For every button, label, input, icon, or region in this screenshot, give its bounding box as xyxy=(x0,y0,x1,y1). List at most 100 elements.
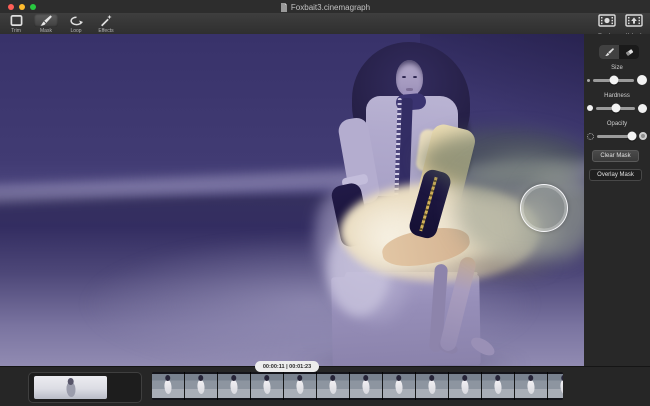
timeline-bar xyxy=(0,366,650,406)
tool-effects[interactable]: Effects xyxy=(91,13,121,34)
tulle-skirt-highlight xyxy=(345,199,435,279)
model-foot-front xyxy=(468,334,497,358)
filmstrip-frame[interactable] xyxy=(515,372,548,400)
trim-icon xyxy=(4,14,28,27)
filmstrip-frame[interactable] xyxy=(152,372,185,400)
model-leg-back xyxy=(429,264,448,353)
opacity-label: Opacity xyxy=(584,121,650,127)
glove-right xyxy=(407,167,453,240)
eraser-mode-button[interactable] xyxy=(619,45,639,59)
loop-icon xyxy=(64,14,88,27)
hardness-min-icon xyxy=(587,105,593,111)
filmstrip-frame[interactable] xyxy=(482,372,515,400)
opacity-min-icon xyxy=(587,133,594,140)
timestamp-badge: 00:00:11 | 00:01:23 xyxy=(255,361,319,372)
brush-mode-segmented-control xyxy=(599,45,639,59)
model-foot-back xyxy=(437,339,460,356)
hardness-slider-track[interactable] xyxy=(596,107,635,110)
seat-cube xyxy=(331,275,481,366)
jacket-lapel xyxy=(415,128,447,173)
window-title: Foxbait3.cinemagraph xyxy=(291,3,370,12)
render-film-icon xyxy=(598,14,616,32)
model-leg-thigh xyxy=(380,223,473,272)
cube-floor-shadow xyxy=(290,350,530,366)
size-label: Size xyxy=(584,65,650,71)
toolbar: Trim Mask Loop xyxy=(0,13,650,35)
model-hair-right xyxy=(430,90,476,182)
clear-mask-button[interactable]: Clear Mask xyxy=(592,150,639,162)
dress-train xyxy=(296,173,427,337)
model-shirt xyxy=(366,96,458,196)
model-hair xyxy=(352,42,470,160)
shirt-sleeve-left xyxy=(337,116,381,206)
opacity-slider-track[interactable] xyxy=(597,135,636,138)
filmstrip-frame[interactable] xyxy=(284,372,317,400)
filmstrip-frame[interactable] xyxy=(383,372,416,400)
effects-wand-icon xyxy=(94,14,118,27)
loop-preview-thumbnail[interactable] xyxy=(34,376,107,399)
loop-preview-well[interactable] xyxy=(28,372,142,403)
size-slider-thumb[interactable] xyxy=(610,76,619,85)
hardness-label: Hardness xyxy=(584,93,650,99)
scarf-trim xyxy=(394,98,402,200)
filmstrip-frame[interactable] xyxy=(416,372,449,400)
model-hair-left xyxy=(346,102,392,194)
titlebar: Foxbait3.cinemagraph xyxy=(0,0,650,14)
document-icon xyxy=(280,3,288,12)
model-neck xyxy=(403,91,418,104)
upload-button[interactable]: Upload xyxy=(620,13,647,34)
filmstrip-frame[interactable] xyxy=(218,372,251,400)
filmstrip-frame[interactable] xyxy=(548,372,563,400)
tool-mask[interactable]: Mask xyxy=(31,13,61,34)
jacket-sleeve xyxy=(414,122,477,214)
backdrop-shadow-corner xyxy=(420,34,584,154)
tool-group: Trim Mask Loop xyxy=(1,13,121,34)
filmstrip-frame[interactable] xyxy=(185,372,218,400)
size-min-icon xyxy=(587,79,590,82)
model-eye-left xyxy=(402,76,406,78)
tulle-skirt-shadow xyxy=(430,249,560,284)
opacity-slider-row xyxy=(584,130,650,142)
render-button[interactable]: Render xyxy=(593,13,620,34)
glove-zipper xyxy=(419,177,437,232)
size-slider-track[interactable] xyxy=(593,79,634,82)
tool-trim[interactable]: Trim xyxy=(1,13,31,34)
filmstrip-frame[interactable] xyxy=(317,372,350,400)
tool-loop[interactable]: Loop xyxy=(61,13,91,34)
size-max-icon xyxy=(637,75,647,85)
mask-painted-region-top xyxy=(420,130,584,190)
size-slider-row xyxy=(584,74,650,86)
filmstrip[interactable] xyxy=(152,372,563,400)
upload-film-icon xyxy=(625,14,643,32)
model-lips xyxy=(406,88,413,91)
filmstrip-frame[interactable] xyxy=(449,372,482,400)
scarf-tie xyxy=(398,98,413,202)
model-face xyxy=(396,60,423,96)
shirt-cuff-left xyxy=(341,173,369,188)
floor-light-pool xyxy=(80,234,540,366)
hardness-max-icon xyxy=(638,104,647,113)
model-eye-right xyxy=(413,76,417,78)
brush-icon xyxy=(604,47,615,57)
brush-cursor[interactable] xyxy=(520,184,568,232)
opacity-max-icon xyxy=(639,132,647,140)
app-window: Foxbait3.cinemagraph Trim Mask xyxy=(0,0,650,406)
eraser-icon xyxy=(624,47,635,57)
filmstrip-frame[interactable] xyxy=(251,372,284,400)
hardness-slider-thumb[interactable] xyxy=(611,104,620,113)
mask-panel: Size Hardness Opacity Clear Mask Overlay xyxy=(584,34,650,366)
filmstrip-frame[interactable] xyxy=(350,372,383,400)
model-leg-front xyxy=(439,255,478,352)
scarf-knot xyxy=(395,93,426,112)
tulle-skirt xyxy=(340,182,540,282)
window-title-wrap: Foxbait3.cinemagraph xyxy=(0,2,650,12)
overlay-mask-button[interactable]: Overlay Mask xyxy=(589,169,642,181)
editing-canvas[interactable] xyxy=(0,34,584,366)
action-group: Render Upload xyxy=(593,13,647,34)
studio-backdrop xyxy=(0,34,584,366)
brush-mode-button[interactable] xyxy=(599,45,619,59)
glove-left xyxy=(330,182,372,249)
hardness-slider-row xyxy=(584,102,650,114)
opacity-slider-thumb[interactable] xyxy=(628,132,637,141)
scarf-tail xyxy=(401,192,412,229)
